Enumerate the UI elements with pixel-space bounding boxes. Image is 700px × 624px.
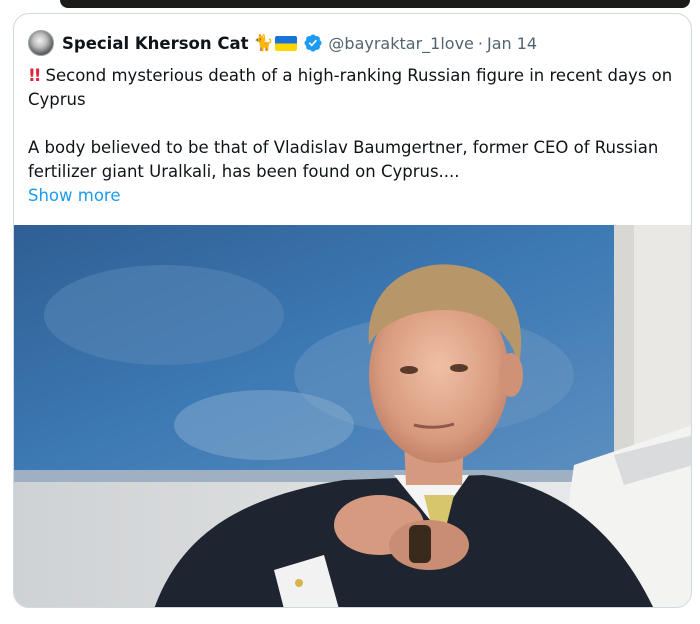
tweet-paragraph-2: A body believed to be that of Vladislav … — [28, 138, 659, 181]
author-display-name[interactable]: Special Kherson Cat — [62, 34, 249, 53]
ukraine-flag-icon — [275, 35, 298, 51]
cat-icon: 🐈 — [253, 33, 274, 52]
author-handle[interactable]: @bayraktar_1love — [328, 34, 473, 53]
quoted-tweet-card[interactable]: Special Kherson Cat 🐈 @bayraktar_1love ·… — [13, 13, 692, 608]
tweet-header: Special Kherson Cat 🐈 @bayraktar_1love ·… — [28, 29, 537, 57]
tweet-paragraph-1: !! Second mysterious death of a high-rank… — [28, 64, 688, 112]
author-avatar[interactable] — [28, 30, 54, 56]
tweet-date[interactable]: Jan 14 — [487, 34, 537, 53]
show-more-link[interactable]: Show more — [28, 184, 121, 208]
photo-illustration — [14, 225, 691, 607]
paragraph-1-text: Second mysterious death of a high-rankin… — [28, 66, 673, 109]
verified-badge-icon — [304, 34, 322, 52]
previous-media-edge — [60, 0, 690, 8]
double-exclamation-icon: !! — [28, 66, 41, 86]
tweet-text: !! Second mysterious death of a high-rank… — [28, 64, 688, 208]
separator-dot: · — [477, 33, 483, 53]
author-emoji: 🐈 — [254, 35, 298, 51]
tweet-photo[interactable] — [14, 225, 691, 607]
